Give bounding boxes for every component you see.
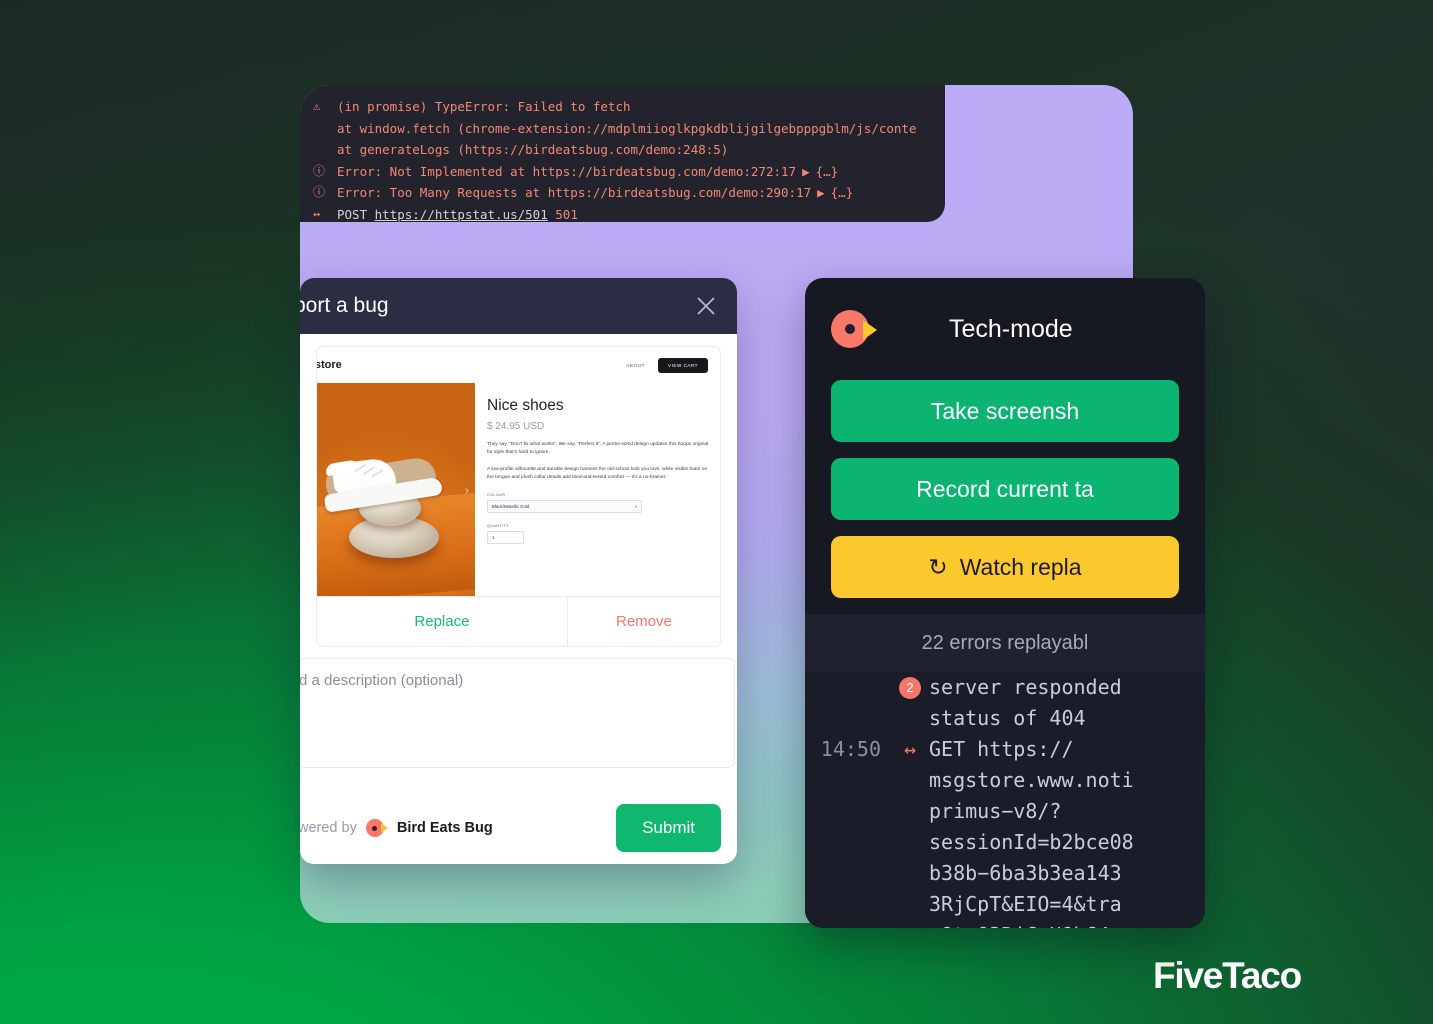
- errors-replayable-bar[interactable]: 22 errors replayabl: [805, 614, 1205, 672]
- console-line-text: Error: Not Implemented at https://birdea…: [337, 163, 797, 179]
- error-circle-icon: ⓘ: [313, 163, 326, 178]
- console-request-method: POST: [337, 206, 368, 222]
- extension-title: Tech-mode: [949, 314, 1073, 343]
- powered-by-label: wered by: [300, 820, 357, 836]
- modal-body: : a store ABOUT VIEW CART: [300, 334, 737, 768]
- console-row: ⚠ (in promise) TypeError: Failed to fetc…: [300, 96, 945, 118]
- product-description-2: A low-profile silhouette and durable des…: [487, 466, 708, 480]
- watch-replay-button[interactable]: ↻ Watch repla: [831, 536, 1179, 598]
- log-row-continuation: primus−v8/?: [805, 796, 1205, 827]
- product-row: › Nice shoes $ 24.95 USD They say, “Don’…: [317, 383, 720, 596]
- log-text: primus−v8/?: [929, 799, 1062, 823]
- expand-triangle-icon[interactable]: ▶: [811, 182, 831, 204]
- error-log-list[interactable]: 2 server responded status of 404 14:50 ↔…: [805, 672, 1205, 928]
- product-title: Nice shoes: [487, 397, 564, 414]
- product-image: ›: [317, 383, 475, 596]
- log-text: b38b−6ba3b3ea143: [929, 861, 1122, 885]
- bird-eats-bug-logo-icon: [831, 308, 877, 350]
- console-request-url[interactable]: https://httpstat.us/501: [375, 204, 548, 223]
- console-row: ⓘ Error: Not Implemented at https://bird…: [300, 161, 945, 183]
- close-icon[interactable]: [695, 295, 717, 317]
- product-price: $ 24.95 USD: [487, 421, 545, 432]
- log-text: GET https://: [929, 737, 1074, 761]
- error-count-badge: 2: [891, 672, 929, 703]
- extension-header: Tech-mode: [805, 278, 1205, 380]
- replace-button[interactable]: Replace: [317, 597, 567, 646]
- console-line-text: Error: Too Many Requests at https://bird…: [337, 185, 812, 200]
- modal-title: port a bug: [300, 294, 389, 317]
- console-request-status: 501: [555, 206, 578, 222]
- console-stack-line: at generateLogs (https://birdeatsbug.com…: [337, 142, 729, 157]
- colour-label: COLOUR: [487, 493, 506, 498]
- store-nav: ABOUT VIEW CART: [626, 357, 708, 373]
- chevron-right-icon[interactable]: ›: [465, 482, 469, 497]
- expand-triangle-icon[interactable]: ▶: [796, 161, 816, 183]
- bird-eats-bug-logo-icon: [365, 818, 388, 838]
- extension-popup: Tech-mode Take screensh Record current t…: [805, 278, 1205, 928]
- log-row-continuation: msgstore.www.noti: [805, 765, 1205, 796]
- console-row: ⓘ Error: Too Many Requests at https://bi…: [300, 182, 945, 204]
- remove-button[interactable]: Remove: [566, 597, 720, 646]
- take-screenshot-label: Take screensh: [930, 397, 1080, 424]
- error-circle-icon: ⓘ: [313, 185, 326, 199]
- console-object-preview[interactable]: {…}: [816, 161, 839, 183]
- product-info: Nice shoes $ 24.95 USD They say, “Don’t …: [475, 383, 720, 596]
- log-row-continuation: sessionId=b2bce08: [805, 827, 1205, 858]
- record-current-tab-button[interactable]: Record current ta: [831, 458, 1179, 520]
- console-row: ↔ POST https://httpstat.us/501 501: [300, 204, 945, 223]
- watch-replay-label: Watch repla: [959, 553, 1082, 580]
- store-header: : a store ABOUT VIEW CART: [317, 347, 720, 383]
- log-row-continuation: 3RjCpT&EIO=4&tra: [805, 889, 1205, 920]
- log-row-continuation: status of 404: [805, 703, 1205, 734]
- devtools-console-panel: ⚠ (in promise) TypeError: Failed to fetc…: [300, 85, 945, 222]
- submit-button[interactable]: Submit: [616, 804, 721, 852]
- log-row-continuation: g&t=O3RjCpU&b64: [805, 920, 1205, 928]
- log-time: [805, 672, 891, 703]
- modal-footer: wered by Bird Eats Bug Submit: [300, 792, 737, 864]
- preview-actions: Replace Remove: [317, 596, 720, 646]
- console-line-text: (in promise) TypeError: Failed to fetch: [337, 99, 631, 114]
- product-description-1: They say, “Don’t fix what works”. We say…: [487, 442, 709, 456]
- log-row-continuation: b38b−6ba3b3ea143: [805, 858, 1205, 889]
- colour-select[interactable]: Black/Metallic Gold ▾: [487, 500, 642, 514]
- quantity-value: 1: [492, 535, 495, 541]
- take-screenshot-button[interactable]: Take screensh: [831, 380, 1179, 442]
- store-name: : a store: [316, 359, 342, 371]
- errors-replayable-label: 22 errors replayabl: [921, 631, 1089, 654]
- record-current-tab-label: Record current ta: [916, 475, 1094, 502]
- view-cart-button[interactable]: VIEW CART: [658, 357, 708, 373]
- log-text: status of 404: [929, 706, 1086, 730]
- screenshot-preview-card[interactable]: : a store ABOUT VIEW CART: [316, 346, 721, 647]
- brand-name: Bird Eats Bug: [396, 820, 493, 836]
- about-link[interactable]: ABOUT: [626, 363, 645, 368]
- chevron-down-icon: ▾: [634, 504, 637, 510]
- log-text: sessionId=b2bce08: [929, 830, 1134, 854]
- report-a-bug-modal: port a bug : a store ABOUT VIEW CART: [300, 278, 737, 864]
- modal-header: port a bug: [300, 278, 737, 334]
- replay-icon: ↻: [928, 553, 948, 580]
- quantity-label: QUANTITY: [487, 524, 510, 529]
- log-text: msgstore.www.noti: [929, 768, 1134, 792]
- log-row[interactable]: 2 server responded: [805, 672, 1205, 703]
- error-promise-icon: ⚠: [313, 99, 321, 113]
- fivetaco-watermark: FiveTaco: [1152, 955, 1302, 996]
- log-row[interactable]: 14:50 ↔ GET https://: [805, 734, 1205, 765]
- network-icon: ↔: [903, 737, 917, 761]
- log-text: g&t=O3RjCpU&b64: [929, 920, 1205, 928]
- console-object-preview[interactable]: {…}: [831, 182, 854, 204]
- log-time: 14:50: [820, 737, 881, 761]
- log-text: server responded: [929, 675, 1122, 699]
- console-stack-line: at window.fetch (chrome-extension://mdpl…: [337, 120, 917, 136]
- quantity-input[interactable]: 1: [487, 531, 524, 545]
- description-textarea[interactable]: d a description (optional): [300, 658, 735, 768]
- description-placeholder: d a description (optional): [300, 672, 464, 689]
- network-icon: ↔: [313, 206, 321, 221]
- powered-by: wered by Bird Eats Bug: [300, 818, 493, 838]
- colour-value: Black/Metallic Gold: [492, 504, 530, 510]
- log-text: 3RjCpT&EIO=4&tra: [929, 892, 1122, 916]
